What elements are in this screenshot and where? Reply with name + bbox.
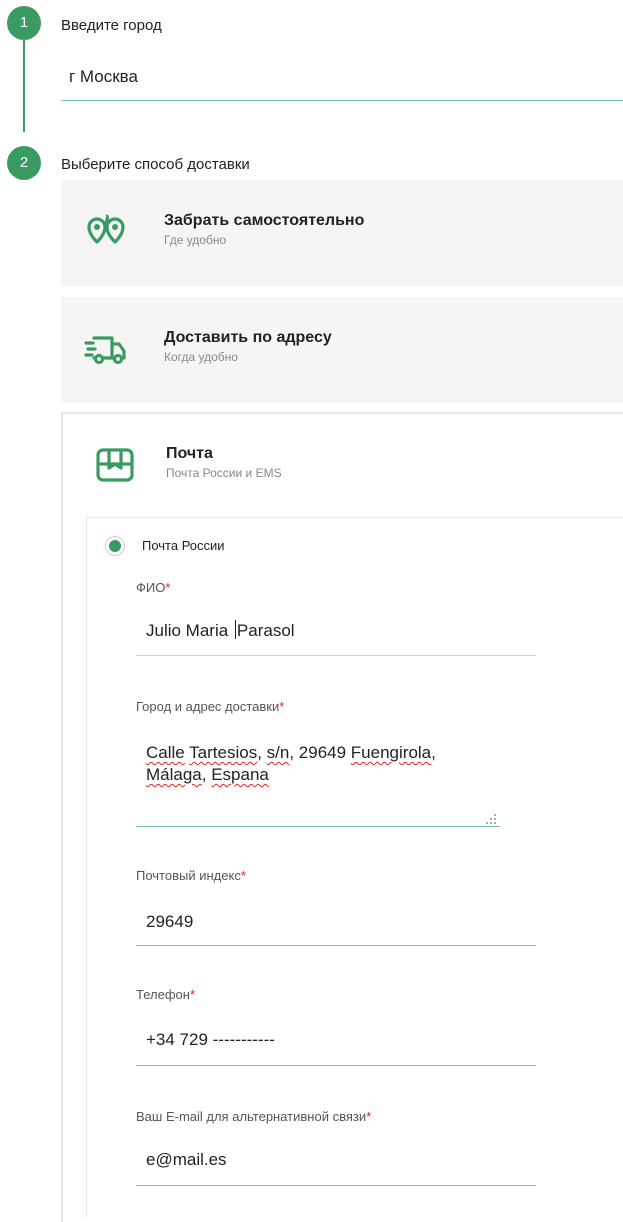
step-1-badge: 1 [7,6,41,40]
delivery-truck-icon [84,336,126,365]
resize-grip-icon[interactable] [486,814,496,824]
radio-selected-dot [109,540,121,552]
step-connector-line [23,40,25,132]
address-textarea-value: Calle Tartesios, s/n, 29649 Fuengirola, … [146,743,436,784]
russian-post-radio-label[interactable]: Почта России [142,538,225,553]
mail-box-icon [96,448,134,482]
name-field[interactable]: Julio Maria Parasol [136,610,536,656]
phone-field-value: +34 729 ----------- [146,1030,275,1049]
name-field-value: Julio Maria Parasol [146,620,295,640]
map-pins-icon [87,214,125,244]
name-field-label: ФИО* [136,580,171,595]
step-2-title: Выберите способ доставки [61,156,250,173]
step-1-title: Введите город [61,17,162,34]
delivery-option-courier[interactable]: Доставить по адресу Когда удобно [61,297,623,403]
delivery-option-pickup[interactable]: Забрать самостоятельно Где удобно [61,180,623,286]
delivery-option-post-title: Почта [166,445,213,462]
email-field-value: e@mail.es [146,1150,227,1169]
delivery-option-pickup-title: Забрать самостоятельно [164,212,365,229]
city-input-value: г Москва [69,67,138,86]
step-2-badge: 2 [7,146,41,180]
text-caret [234,620,236,639]
city-input[interactable]: г Москва [61,58,623,101]
russian-post-radio[interactable] [105,536,125,556]
delivery-option-courier-title: Доставить по адресу [164,329,332,346]
email-field-label: Ваш E-mail для альтернативной связи* [136,1109,372,1124]
postcode-field-value: 29649 [146,912,194,931]
delivery-option-post-subtitle: Почта России и EMS [166,466,282,480]
delivery-option-courier-subtitle: Когда удобно [164,350,238,364]
postcode-field[interactable]: 29649 [136,898,536,946]
email-field[interactable]: e@mail.es [136,1138,536,1186]
phone-field[interactable]: +34 729 ----------- [136,1018,536,1066]
address-textarea[interactable]: Calle Tartesios, s/n, 29649 Fuengirola, … [136,728,500,827]
address-field-label: Город и адрес доставки* [136,699,285,714]
phone-field-label: Телефон* [136,987,195,1002]
postcode-field-label: Почтовый индекс* [136,868,246,883]
delivery-option-pickup-subtitle: Где удобно [164,233,227,247]
